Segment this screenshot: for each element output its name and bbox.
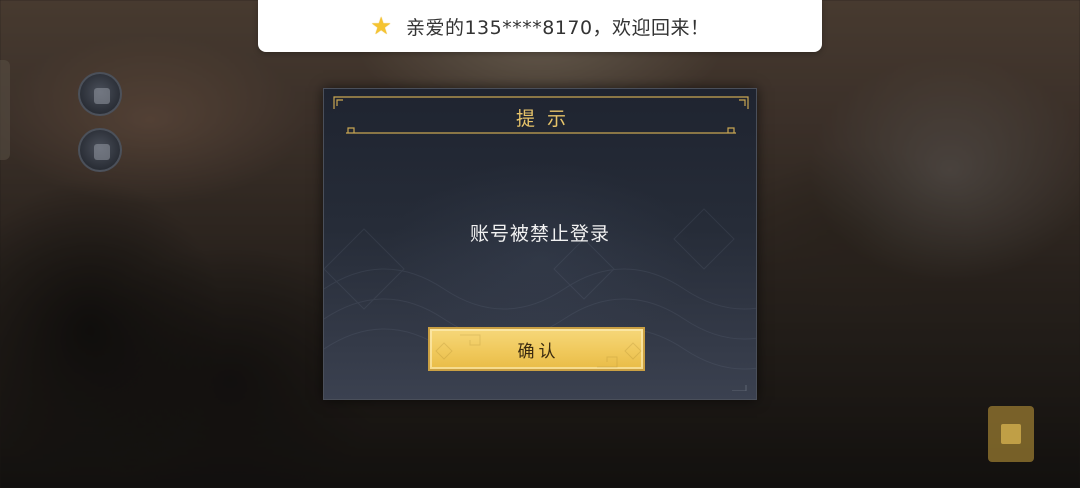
corner-ornament-icon — [732, 385, 747, 391]
blurred-menu-icon — [78, 128, 122, 172]
confirm-button-label: 确认 — [517, 341, 560, 362]
welcome-toast: ★ 亲爱的135****8170，欢迎回来！ — [258, 0, 822, 52]
dialog-message: 账号被禁止登录 — [469, 223, 610, 245]
alert-dialog: 提示 账号被禁止登录 确认 — [323, 88, 757, 400]
confirm-button[interactable]: 确认 — [428, 327, 645, 371]
blurred-menu-icon — [78, 72, 122, 116]
dialog-title: 提示 — [515, 108, 578, 130]
dialog-header: 提示 — [332, 95, 750, 135]
star-icon: ★ — [370, 12, 392, 40]
welcome-message: 亲爱的135****8170，欢迎回来！ — [405, 16, 710, 39]
blurred-corner-button — [988, 406, 1034, 462]
left-edge-tab — [0, 60, 10, 160]
